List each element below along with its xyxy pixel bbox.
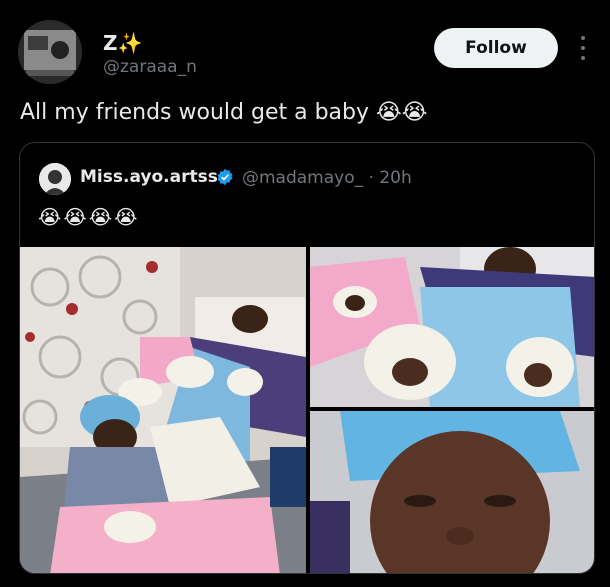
quoted-author-name[interactable]: Miss.ayo.artss: [80, 167, 218, 187]
quoted-post[interactable]: Miss.ayo.artss @madamayo_ · 20h 😭😭😭😭: [19, 142, 595, 574]
quoted-author-avatar[interactable]: [39, 163, 71, 195]
photo-hospital-bed-wide[interactable]: [20, 247, 306, 573]
author-handle[interactable]: @zaraaa_n: [103, 57, 197, 77]
quoted-author-handle[interactable]: @madamayo_ · 20h: [242, 168, 412, 188]
author-name[interactable]: Z✨: [103, 31, 142, 55]
photo-mother-closeup[interactable]: [310, 411, 594, 573]
photo-mother-with-babies[interactable]: [310, 247, 594, 407]
quoted-post-text: 😭😭😭😭: [38, 205, 140, 229]
more-options-icon[interactable]: [577, 36, 589, 60]
follow-button[interactable]: Follow: [434, 28, 558, 68]
post-text: All my friends would get a baby 😭😭: [20, 100, 428, 125]
media-grid: [20, 247, 594, 573]
author-avatar[interactable]: [18, 20, 82, 84]
verified-badge-icon: [217, 168, 233, 186]
